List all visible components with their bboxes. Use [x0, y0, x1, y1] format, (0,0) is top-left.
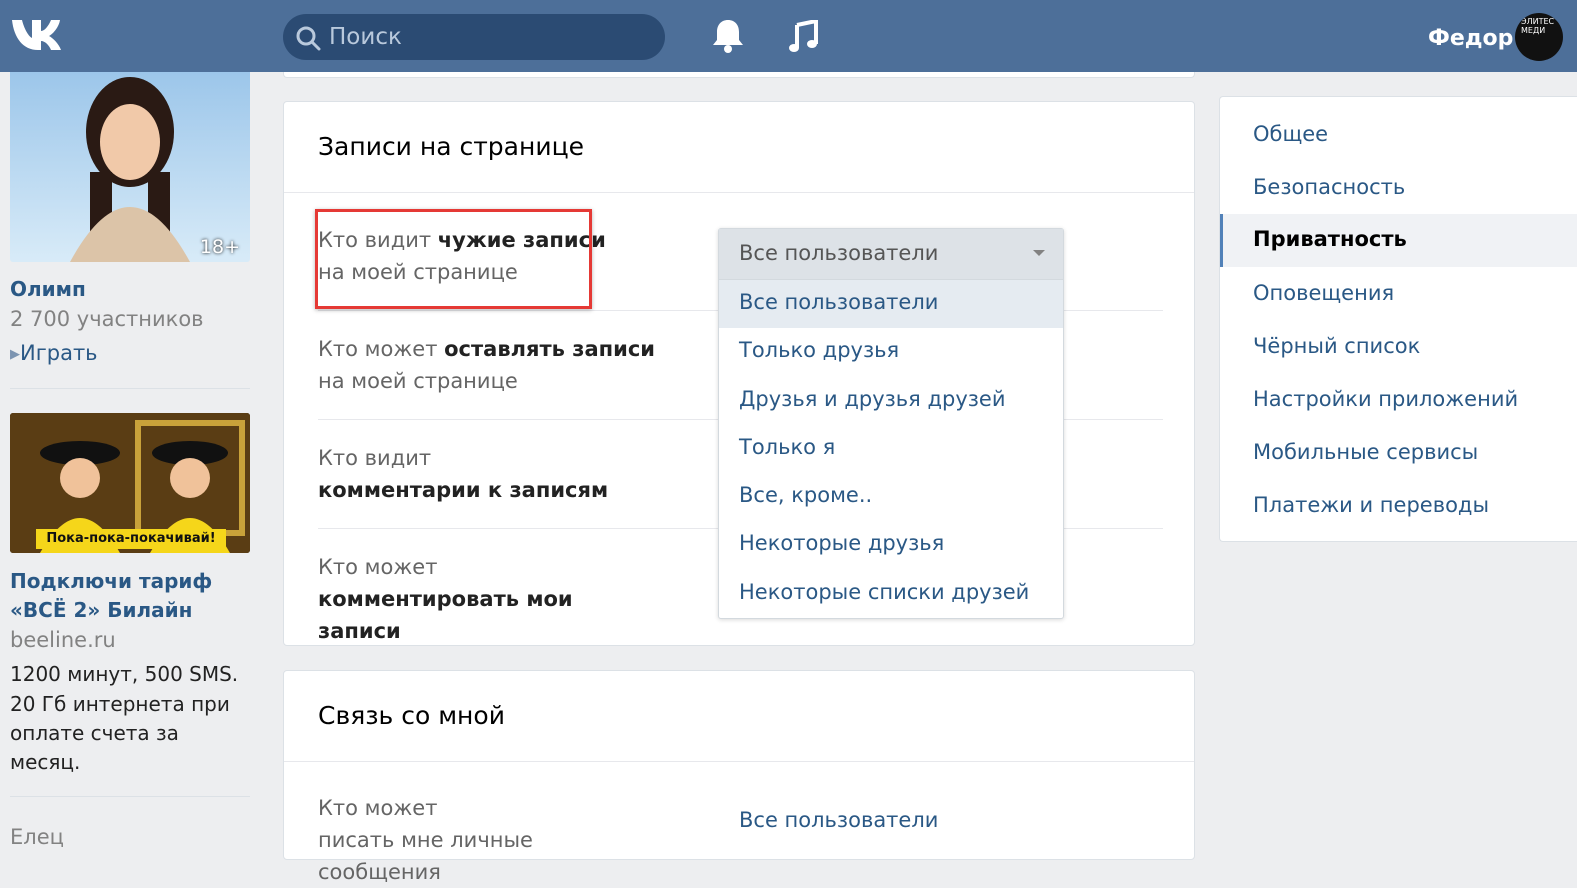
option-label: Друзья и друзья друзей — [739, 386, 1006, 411]
ad-beeline-text-3: оплате счета за — [10, 721, 179, 745]
ad-beeline-banner: Пока-пока-покачивай! — [36, 529, 226, 549]
ad-beeline-title-1[interactable]: Подключи тариф — [10, 567, 212, 596]
messages-privacy-value[interactable]: Все пользователи — [739, 808, 938, 832]
section-divider — [284, 761, 1194, 762]
ad-beeline-domain: beeline.ru — [10, 628, 116, 652]
dropdown-option[interactable]: Все пользователи — [719, 280, 1063, 329]
ad-beeline-text-4: месяц. — [10, 750, 81, 774]
nav-item-apps[interactable]: Настройки приложений — [1220, 374, 1577, 427]
nav-label: Приватность — [1253, 227, 1407, 251]
ad-beeline-text-1: 1200 минут, 500 SMS. — [10, 662, 239, 686]
nav-item-blacklist[interactable]: Чёрный список — [1220, 321, 1577, 374]
dropdown-option[interactable]: Некоторые списки друзей — [719, 570, 1063, 618]
dropdown-option[interactable]: Некоторые друзья — [719, 521, 1063, 569]
label-line2: писать мне личные сообщения — [318, 828, 533, 884]
label-bold: комментировать мои записи — [318, 587, 573, 643]
label-pre: Кто может — [318, 337, 445, 361]
label-bold: комментарии к записям — [318, 478, 609, 502]
nav-label: Безопасность — [1253, 175, 1406, 199]
nav-item-privacy[interactable]: Приватность — [1220, 214, 1577, 267]
setting-label-leave-posts: Кто может оставлять записи на моей стран… — [318, 333, 658, 397]
label-line2: на моей странице — [318, 369, 518, 393]
ad-beeline-title-2[interactable]: «ВСЁ 2» Билайн — [10, 596, 193, 625]
nav-label: Настройки приложений — [1253, 387, 1519, 411]
music-icon[interactable] — [788, 20, 818, 54]
option-label: Некоторые списки друзей — [739, 579, 1030, 604]
section-title: Связь со мной — [318, 701, 505, 730]
bell-icon[interactable] — [712, 18, 744, 54]
nav-label: Чёрный список — [1253, 334, 1421, 358]
dropdown-selected[interactable]: Все пользователи — [719, 229, 1063, 280]
label-pre: Кто может — [318, 555, 438, 579]
ad-image-beeline[interactable]: Пока-пока-покачивай! — [10, 413, 250, 553]
setting-label-see-comments: Кто видит комментарии к записям — [318, 442, 658, 506]
user-name[interactable]: Федор — [1428, 26, 1513, 51]
nav-item-general[interactable]: Общее — [1220, 109, 1577, 162]
chevron-down-icon — [1033, 250, 1045, 256]
left-separator — [10, 388, 250, 389]
option-label: Некоторые друзья — [739, 531, 945, 556]
nav-label: Оповещения — [1253, 281, 1395, 305]
privacy-dropdown[interactable]: Все пользователи Все пользователи Только… — [718, 228, 1064, 620]
option-label: Все, кроме.. — [739, 483, 873, 508]
search-box[interactable] — [283, 14, 665, 60]
ad-image-olymp[interactable]: 18+ — [10, 72, 250, 262]
nav-item-notifications[interactable]: Оповещения — [1220, 268, 1577, 321]
avatar-text: ЭЛИТЕС МЕДИ — [1521, 17, 1555, 35]
vk-logo-icon[interactable] — [10, 14, 68, 56]
ad-olymp-illustration — [70, 77, 190, 262]
dropdown-selected-label: Все пользователи — [739, 241, 939, 265]
ad-beeline-text-2: 20 Гб интернета при — [10, 692, 230, 716]
option-label: Только я — [739, 434, 836, 459]
settings-nav: Общее Безопасность Приватность Оповещени… — [1219, 96, 1577, 542]
setting-label-messages: Кто может писать мне личные сообщения — [318, 792, 658, 888]
option-label: Только друзья — [739, 338, 900, 363]
age-badge: 18+ — [199, 236, 240, 258]
search-input[interactable] — [329, 14, 649, 60]
nav-item-security[interactable]: Безопасность — [1220, 162, 1577, 215]
nav-label: Платежи и переводы — [1253, 493, 1490, 517]
ad-olymp-title[interactable]: Олимп — [10, 275, 86, 304]
highlight-box — [315, 209, 592, 309]
option-label: Все пользователи — [739, 290, 939, 314]
top-header: Федор ЭЛИТЕС МЕДИ — [0, 0, 1577, 72]
nav-label: Общее — [1253, 122, 1329, 146]
nav-item-payments[interactable]: Платежи и переводы — [1220, 480, 1577, 533]
avatar[interactable]: ЭЛИТЕС МЕДИ — [1515, 13, 1563, 61]
label-pre: Кто видит — [318, 446, 432, 470]
ad-olymp-members: 2 700 участников — [10, 307, 204, 331]
section-title: Записи на странице — [318, 132, 584, 161]
ad-play-label: Играть — [20, 341, 98, 365]
setting-label-comment-posts: Кто может комментировать мои записи — [318, 551, 658, 647]
play-triangle-icon: ▶ — [10, 347, 20, 362]
dropdown-option[interactable]: Только я — [719, 425, 1063, 473]
label-bold: оставлять записи — [444, 337, 656, 361]
label-pre: Кто может — [318, 796, 438, 820]
dropdown-option[interactable]: Только друзья — [719, 328, 1063, 376]
previous-card-edge — [283, 72, 1195, 78]
left-separator — [10, 796, 250, 797]
dropdown-option[interactable]: Друзья и друзья друзей — [719, 377, 1063, 425]
ad-cut-text: Елец — [10, 825, 64, 849]
search-icon — [296, 26, 321, 51]
ad-play-link[interactable]: ▶Играть — [10, 341, 98, 365]
nav-label: Мобильные сервисы — [1253, 440, 1479, 464]
dropdown-option[interactable]: Все, кроме.. — [719, 473, 1063, 521]
section-divider — [284, 192, 1194, 193]
nav-item-mobile[interactable]: Мобильные сервисы — [1220, 427, 1577, 480]
